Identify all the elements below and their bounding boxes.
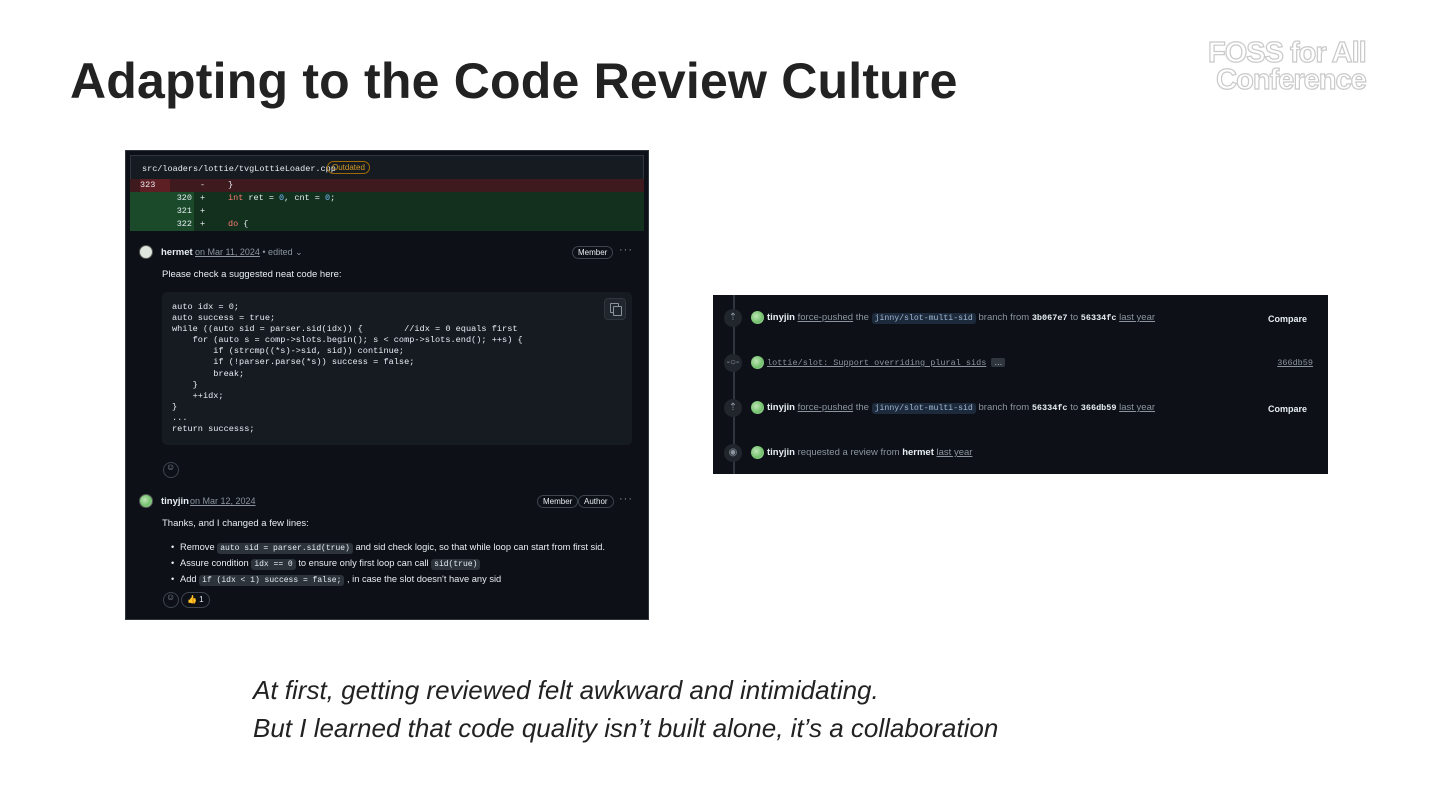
comment-date: on Mar 12, 2024: [190, 496, 256, 506]
avatar-tinyjin[interactable]: [751, 401, 764, 414]
comment-body: Please check a suggested neat code here:: [162, 269, 342, 280]
kebab-icon[interactable]: ···: [619, 244, 633, 256]
outdated-badge: Outdated: [327, 161, 370, 174]
comment-author[interactable]: hermet: [161, 247, 193, 258]
expand-ellipsis[interactable]: …: [991, 358, 1006, 367]
timeline-item: -○- lottie/slot: Support overriding plur…: [713, 353, 1328, 373]
quote-line1: At first, getting reviewed felt awkward …: [253, 675, 879, 705]
diff-line: 322 + do {: [130, 218, 644, 231]
timeline-screenshot: ⇡ tinyjin force-pushed the jinny/slot-mu…: [713, 295, 1328, 474]
thumbs-up-reaction[interactable]: 👍 1: [181, 592, 210, 608]
member-badge: Member: [537, 495, 579, 508]
smiley-icon[interactable]: ☺: [163, 462, 179, 478]
suggested-code-block: auto idx = 0; auto success = true; while…: [162, 292, 632, 445]
push-icon: ⇡: [724, 399, 742, 417]
logo-line2: Conference: [1216, 64, 1368, 96]
conference-logo: FOSS for All Conference: [1207, 37, 1368, 96]
avatar-hermet[interactable]: [139, 245, 153, 259]
member-badge: Member: [572, 246, 614, 259]
diff-line: 323 - }: [130, 179, 644, 192]
list-item: Assure condition idx == 0 to ensure only…: [171, 555, 605, 571]
diff-line: 321 +: [130, 205, 644, 218]
avatar-tinyjin[interactable]: [139, 494, 153, 508]
comment-meta: on Mar 11, 2024 • edited ⌄: [195, 247, 303, 257]
list-item: Remove auto sid = parser.sid(true) and s…: [171, 539, 605, 555]
commit-icon: -○-: [724, 354, 742, 372]
author-badge: Author: [578, 495, 614, 508]
code-review-screenshot: src/loaders/lottie/tvgLottieLoader.cpp O…: [125, 150, 649, 620]
slide-title: Adapting to the Code Review Culture: [70, 53, 958, 109]
quote-line2: But I learned that code quality isn’t bu…: [253, 713, 999, 743]
avatar-tinyjin[interactable]: [751, 446, 764, 459]
timeline-item: ⇡ tinyjin force-pushed the jinny/slot-mu…: [713, 398, 1328, 418]
compare-button[interactable]: Compare: [1268, 404, 1307, 414]
push-icon: ⇡: [724, 309, 742, 327]
eye-icon: ◉: [724, 444, 742, 462]
file-path[interactable]: src/loaders/lottie/tvgLottieLoader.cpp: [142, 164, 336, 174]
kebab-icon[interactable]: ···: [619, 493, 633, 505]
commit-message[interactable]: lottie/slot: Support overriding plural s…: [767, 358, 986, 368]
compare-button[interactable]: Compare: [1268, 314, 1307, 324]
suggested-code: auto idx = 0; auto success = true; while…: [172, 302, 523, 435]
smiley-icon[interactable]: ☺: [163, 592, 179, 608]
comment-author[interactable]: tinyjin: [161, 496, 189, 507]
file-header: src/loaders/lottie/tvgLottieLoader.cpp O…: [130, 155, 644, 180]
comment-body: Thanks, and I changed a few lines:: [162, 518, 309, 529]
diff-line: 320 + int ret = 0, cnt = 0;: [130, 192, 644, 205]
timeline-item: ◉ tinyjin requested a review from hermet…: [713, 443, 1328, 463]
list-item: Add if (idx < 1) success = false; , in c…: [171, 571, 605, 587]
logo-line1: FOSS for All: [1207, 37, 1367, 69]
avatar-tinyjin[interactable]: [751, 311, 764, 324]
change-list: Remove auto sid = parser.sid(true) and s…: [171, 539, 605, 587]
commit-sha[interactable]: 366db59: [1277, 358, 1313, 368]
copy-icon[interactable]: [604, 298, 626, 320]
avatar-tinyjin[interactable]: [751, 356, 764, 369]
timeline-item: ⇡ tinyjin force-pushed the jinny/slot-mu…: [713, 308, 1328, 328]
